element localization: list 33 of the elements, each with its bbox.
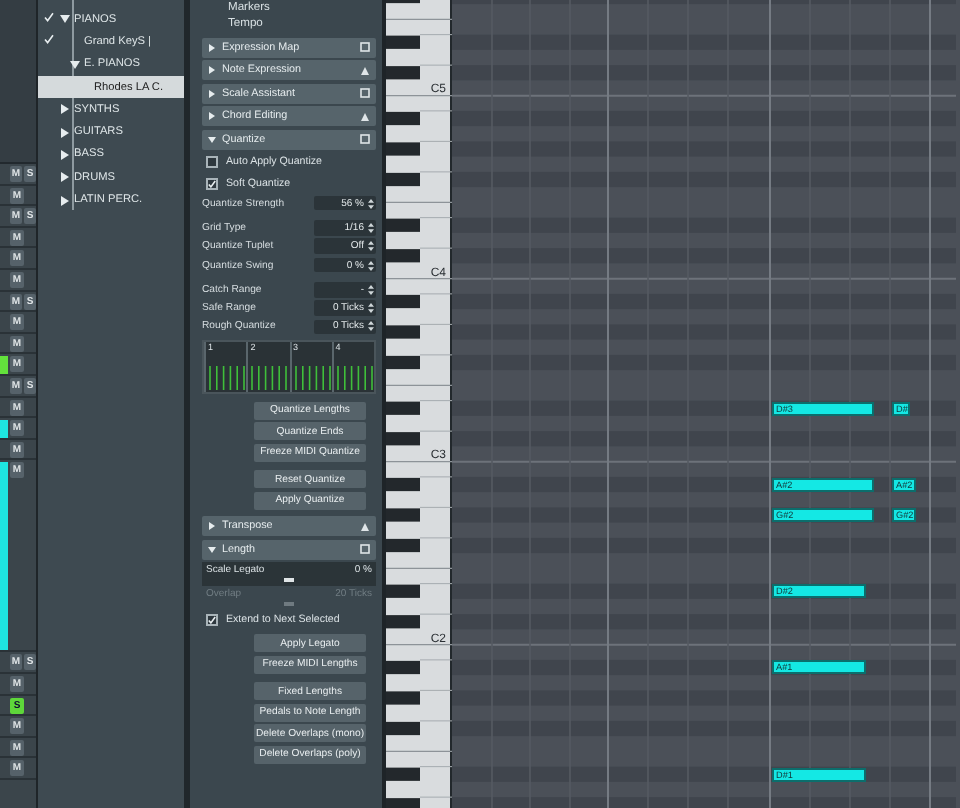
piano-keyboard-drawing[interactable] [386,0,452,808]
stepper-arrows-icon[interactable] [368,197,374,210]
triangle-right-icon[interactable] [60,149,70,160]
stepper-arrows-icon[interactable] [368,302,374,315]
triangle-right-icon [208,43,216,51]
stepper-arrows-icon[interactable] [368,283,374,296]
triangle-right-icon[interactable] [60,172,70,183]
checkbox[interactable] [206,614,218,627]
stepper-arrows-icon[interactable] [368,221,374,234]
section-icon [360,521,370,532]
triangle-down-icon[interactable] [60,14,70,25]
triangle-right-icon[interactable] [60,104,70,115]
section-icon [360,111,370,121]
slider-thumb[interactable] [284,578,294,583]
triangle-down-icon[interactable] [70,59,80,70]
stepper-arrows-icon[interactable] [368,259,374,272]
triangle-right-icon [208,66,216,74]
triangle-right-icon [208,112,216,120]
triangle-right-icon [208,522,216,531]
section-icon [360,65,370,75]
section-icon [360,544,370,555]
section-icon [360,88,370,98]
triangle-right-icon[interactable] [60,127,70,138]
section-icon [360,42,370,52]
triangle-right-icon[interactable] [60,195,70,206]
triangle-down-icon [208,545,216,554]
checkbox[interactable] [206,156,218,169]
triangle-down-icon [208,135,216,143]
stepper-arrows-icon[interactable] [368,240,374,253]
section-icon [360,134,370,144]
triangle-right-icon [208,89,216,97]
checkbox[interactable] [206,177,218,190]
stepper-arrows-icon[interactable] [368,320,374,333]
